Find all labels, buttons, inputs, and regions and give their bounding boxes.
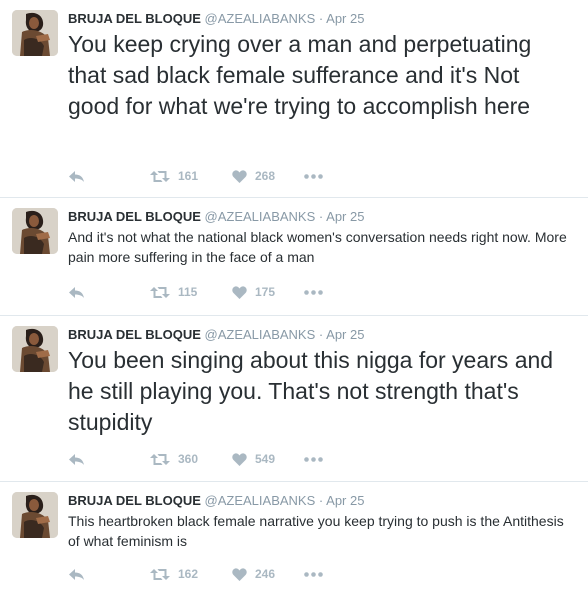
more-button[interactable] [304,166,334,186]
author-name[interactable]: BRUJA DEL BLOQUE [68,209,201,224]
profile-photo [12,492,58,538]
retweet-icon [150,170,170,182]
tweet[interactable]: BRUJA DEL BLOQUE @AZEALIABANKS · Apr 25 … [0,316,588,482]
tweet-header: BRUJA DEL BLOQUE @AZEALIABANKS · Apr 25 [68,326,574,344]
tweet-actions: 360 549 [68,449,334,469]
more-icon [304,173,323,179]
tweet-text: This heartbroken black female narrative … [68,513,564,549]
tweet-text: You been singing about this nigga for ye… [68,347,554,435]
tweet[interactable]: BRUJA DEL BLOQUE @AZEALIABANKS · Apr 25 … [0,0,588,198]
reply-icon [69,286,84,298]
reply-button[interactable] [68,282,150,302]
tweet-timestamp[interactable]: Apr 25 [326,327,364,342]
tweet-timestamp[interactable]: Apr 25 [326,493,364,508]
profile-photo [12,10,58,56]
tweet-timestamp[interactable]: Apr 25 [326,11,364,26]
retweet-button[interactable]: 115 [150,282,232,302]
retweet-button[interactable]: 162 [150,564,232,584]
separator-dot: · [318,493,324,508]
more-button[interactable] [304,282,334,302]
more-icon [304,456,323,462]
heart-icon [232,285,247,299]
author-handle[interactable]: @AZEALIABANKS [205,327,316,342]
author-handle[interactable]: @AZEALIABANKS [205,493,316,508]
more-icon [304,289,323,295]
tweet-feed: BRUJA DEL BLOQUE @AZEALIABANKS · Apr 25 … [0,0,588,598]
profile-photo [12,326,58,372]
retweet-button[interactable]: 360 [150,449,232,469]
reply-icon [69,170,84,182]
heart-icon [232,452,247,466]
tweet-text: You keep crying over a man and perpetuat… [68,31,532,119]
tweet-actions: 161 268 [68,166,334,186]
author-handle[interactable]: @AZEALIABANKS [205,209,316,224]
retweet-icon [150,568,170,580]
like-button[interactable]: 246 [232,564,304,584]
heart-icon [232,567,247,581]
tweet[interactable]: BRUJA DEL BLOQUE @AZEALIABANKS · Apr 25 … [0,482,588,598]
tweet-actions: 115 175 [68,282,334,302]
like-count: 175 [255,285,276,299]
retweet-count: 162 [178,567,199,581]
avatar[interactable] [12,208,58,254]
avatar[interactable] [12,492,58,538]
tweet-header: BRUJA DEL BLOQUE @AZEALIABANKS · Apr 25 [68,10,574,28]
tweet-actions: 162 246 [68,564,334,584]
more-button[interactable] [304,449,334,469]
like-button[interactable]: 549 [232,449,304,469]
reply-icon [69,568,84,580]
separator-dot: · [318,209,324,224]
tweet-text: And it's not what the national black wom… [68,229,567,265]
more-icon [304,571,323,577]
retweet-button[interactable]: 161 [150,166,232,186]
tweet-timestamp[interactable]: Apr 25 [326,209,364,224]
reply-button[interactable] [68,166,150,186]
avatar[interactable] [12,10,58,56]
retweet-icon [150,453,170,465]
retweet-count: 360 [178,452,199,466]
tweet-header: BRUJA DEL BLOQUE @AZEALIABANKS · Apr 25 [68,492,574,510]
tweet-header: BRUJA DEL BLOQUE @AZEALIABANKS · Apr 25 [68,208,574,226]
separator-dot: · [318,327,324,342]
author-name[interactable]: BRUJA DEL BLOQUE [68,327,201,342]
like-count: 268 [255,169,276,183]
like-count: 549 [255,452,276,466]
like-button[interactable]: 175 [232,282,304,302]
separator-dot: · [318,11,324,26]
heart-icon [232,169,247,183]
author-name[interactable]: BRUJA DEL BLOQUE [68,11,201,26]
reply-button[interactable] [68,449,150,469]
author-name[interactable]: BRUJA DEL BLOQUE [68,493,201,508]
more-button[interactable] [304,564,334,584]
author-handle[interactable]: @AZEALIABANKS [205,11,316,26]
profile-photo [12,208,58,254]
tweet[interactable]: BRUJA DEL BLOQUE @AZEALIABANKS · Apr 25 … [0,198,588,316]
reply-button[interactable] [68,564,150,584]
retweet-count: 115 [178,285,198,299]
like-count: 246 [255,567,276,581]
like-button[interactable]: 268 [232,166,304,186]
reply-icon [69,453,84,465]
avatar[interactable] [12,326,58,372]
retweet-count: 161 [178,169,199,183]
retweet-icon [150,286,170,298]
